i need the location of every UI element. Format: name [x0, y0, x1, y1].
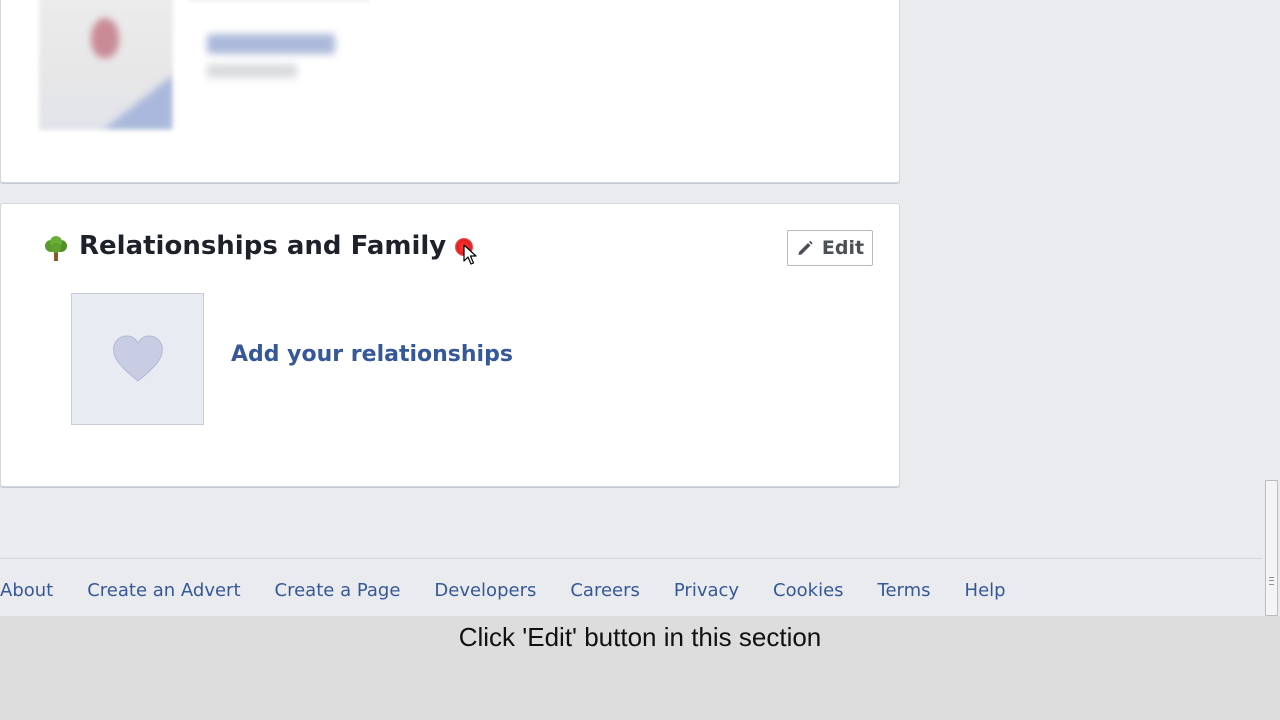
tree-icon	[45, 236, 67, 261]
footer-link-careers[interactable]: Careers	[570, 580, 640, 606]
footer-link-help[interactable]: Help	[965, 580, 1006, 606]
pencil-icon	[798, 240, 813, 255]
footer-link-terms[interactable]: Terms	[878, 580, 931, 606]
blurred-friend-photo[interactable]	[39, 0, 173, 130]
blurred-photo-pin	[91, 18, 119, 58]
blurred-divider	[189, 0, 369, 2]
scrollbar-thumb[interactable]	[1265, 480, 1278, 616]
edit-button[interactable]: Edit	[787, 230, 873, 266]
section-title: Relationships and Family	[79, 231, 447, 261]
edit-button-label: Edit	[821, 237, 865, 259]
footer-link-privacy[interactable]: Privacy	[674, 580, 739, 606]
add-relationships-link[interactable]: Add your relationships	[231, 342, 513, 367]
scrollbar-grip-icon	[1269, 577, 1274, 585]
cursor-icon	[463, 244, 477, 265]
footer-link-about[interactable]: About	[0, 580, 53, 606]
friend-card	[0, 0, 900, 183]
heart-icon	[112, 335, 163, 382]
footer-nav: About Create an Advert Create a Page Dev…	[0, 580, 1040, 606]
blurred-photo-corner	[103, 75, 173, 130]
vertical-scrollbar[interactable]	[1263, 0, 1280, 616]
footer-link-cookies[interactable]: Cookies	[773, 580, 843, 606]
relationships-family-section: Relationships and Family Edit Add your r…	[0, 203, 900, 487]
footer-link-create-advert[interactable]: Create an Advert	[87, 580, 240, 606]
blurred-friend-subtitle	[207, 64, 297, 78]
relationships-placeholder[interactable]	[71, 293, 204, 425]
page: Relationships and Family Edit Add your r…	[0, 0, 1280, 720]
blurred-friend-name[interactable]	[207, 34, 335, 54]
footer-link-developers[interactable]: Developers	[434, 580, 536, 606]
footer-link-create-page[interactable]: Create a Page	[275, 580, 401, 606]
footer-divider	[0, 558, 1262, 559]
caption-text: Click 'Edit' button in this section	[458, 622, 822, 652]
caption-bar: Click 'Edit' button in this section	[0, 616, 1280, 720]
